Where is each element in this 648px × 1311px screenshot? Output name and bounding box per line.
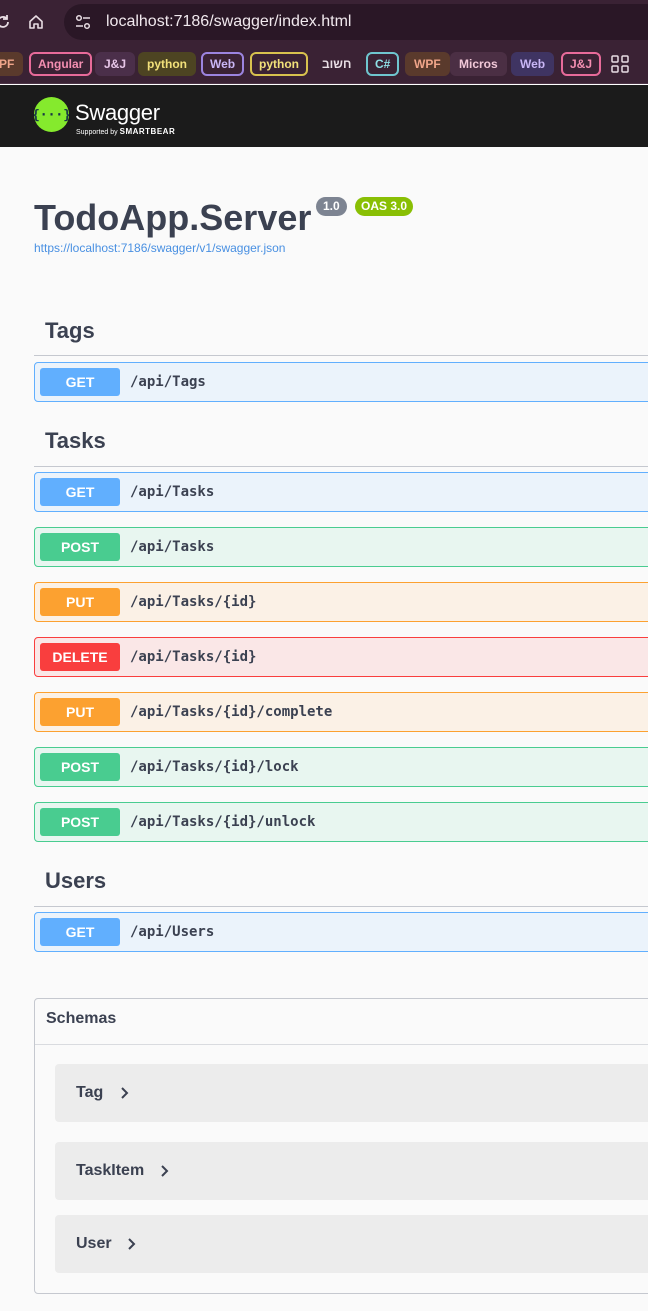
schema-model[interactable]: Tag: [55, 1064, 648, 1122]
operation-row[interactable]: GET/api/Tasks: [34, 472, 648, 512]
operation-row[interactable]: GET/api/Users: [34, 912, 648, 952]
method-badge: PUT: [40, 588, 120, 616]
swagger-logo-text[interactable]: Swagger: [75, 100, 160, 126]
divider: [34, 355, 648, 356]
operation-row[interactable]: POST/api/Tasks: [34, 527, 648, 567]
method-badge: POST: [40, 808, 120, 836]
bookmark-item[interactable]: Micros: [450, 52, 507, 76]
swagger-logo-subtitle: Supported by SMARTBEAR: [76, 127, 176, 136]
operation-path: /api/Tasks: [130, 484, 215, 500]
operation-path: /api/Tags: [130, 374, 206, 390]
section-title-users[interactable]: Users: [45, 868, 106, 894]
schema-model[interactable]: User: [55, 1215, 648, 1273]
url-bar[interactable]: localhost:7186/swagger/index.html: [64, 4, 648, 40]
chevron-right-icon[interactable]: [159, 1164, 171, 1178]
spec-link[interactable]: https://localhost:7186/swagger/v1/swagge…: [34, 241, 285, 255]
reload-icon[interactable]: [0, 9, 16, 35]
chevron-right-icon[interactable]: [119, 1086, 131, 1100]
operation-row[interactable]: POST/api/Tasks/{id}/unlock: [34, 802, 648, 842]
swagger-main: TodoApp.Server 1.0 OAS 3.0 https://local…: [0, 147, 648, 1311]
operation-path: /api/Tasks/{id}/unlock: [130, 814, 316, 830]
method-badge: DELETE: [40, 643, 120, 671]
swagger-topbar: {···} Swagger Supported by SMARTBEAR: [0, 85, 648, 147]
url-text[interactable]: localhost:7186/swagger/index.html: [106, 13, 351, 31]
bookmark-item[interactable]: J&J: [561, 52, 602, 76]
schemas-title[interactable]: Schemas: [46, 1010, 116, 1028]
operation-path: /api/Tasks/{id}/lock: [130, 759, 299, 775]
divider: [35, 1044, 648, 1045]
divider: [34, 906, 648, 907]
section-title-tags[interactable]: Tags: [45, 318, 95, 344]
method-badge: POST: [40, 533, 120, 561]
operation-path: /api/Tasks/{id}: [130, 594, 257, 610]
section-title-tasks[interactable]: Tasks: [45, 428, 106, 454]
operation-path: /api/Users: [130, 924, 215, 940]
schema-model-name: TaskItem: [76, 1162, 145, 1179]
method-badge: GET: [40, 478, 120, 506]
site-settings-icon[interactable]: [74, 13, 92, 31]
oas-badge: OAS 3.0: [355, 197, 414, 216]
operation-row[interactable]: DELETE/api/Tasks/{id}: [34, 637, 648, 677]
version-badge: 1.0: [316, 197, 347, 216]
method-badge: GET: [40, 918, 120, 946]
operation-row[interactable]: GET/api/Tags: [34, 362, 648, 402]
schema-model-name: Tag: [76, 1084, 104, 1101]
page-title: TodoApp.Server: [34, 197, 312, 238]
operation-path: /api/Tasks: [130, 539, 215, 555]
home-icon[interactable]: [23, 9, 49, 35]
svg-text:{···}: {···}: [34, 108, 69, 123]
operation-path: /api/Tasks/{id}/complete: [130, 704, 333, 720]
apps-grid-icon[interactable]: [611, 55, 629, 73]
bookmark-item[interactable]: Web: [511, 52, 555, 76]
browser-address-bar: localhost:7186/swagger/index.html: [0, 0, 648, 44]
bookmark-item[interactable]: python: [138, 52, 196, 76]
bookmark-item[interactable]: חשוב: [313, 52, 360, 76]
bookmark-item[interactable]: PF: [0, 52, 24, 76]
schema-model[interactable]: TaskItem: [55, 1142, 648, 1200]
schema-model-name: User: [76, 1235, 112, 1252]
bookmark-item[interactable]: Angular: [29, 52, 93, 76]
bookmark-item[interactable]: Web: [201, 52, 245, 76]
bookmark-item[interactable]: WPF: [405, 52, 450, 76]
operation-row[interactable]: PUT/api/Tasks/{id}/complete: [34, 692, 648, 732]
schemas-panel: Schemas Tag TaskItem User: [34, 998, 648, 1294]
method-badge: POST: [40, 753, 120, 781]
operation-row[interactable]: PUT/api/Tasks/{id}: [34, 582, 648, 622]
bookmark-item[interactable]: J&J: [95, 52, 136, 76]
operation-path: /api/Tasks/{id}: [130, 649, 257, 665]
swagger-logo-icon[interactable]: {···}: [32, 97, 71, 132]
method-badge: PUT: [40, 698, 120, 726]
bookmark-item[interactable]: python: [250, 52, 308, 76]
operation-row[interactable]: POST/api/Tasks/{id}/lock: [34, 747, 648, 787]
bookmarks-bar: PF Angular J&J python Web python חשוב C# WPF Micr…: [0, 44, 648, 84]
method-badge: GET: [40, 368, 120, 396]
bookmark-item[interactable]: C#: [366, 52, 400, 76]
chevron-right-icon[interactable]: [126, 1237, 138, 1251]
divider: [34, 466, 648, 467]
